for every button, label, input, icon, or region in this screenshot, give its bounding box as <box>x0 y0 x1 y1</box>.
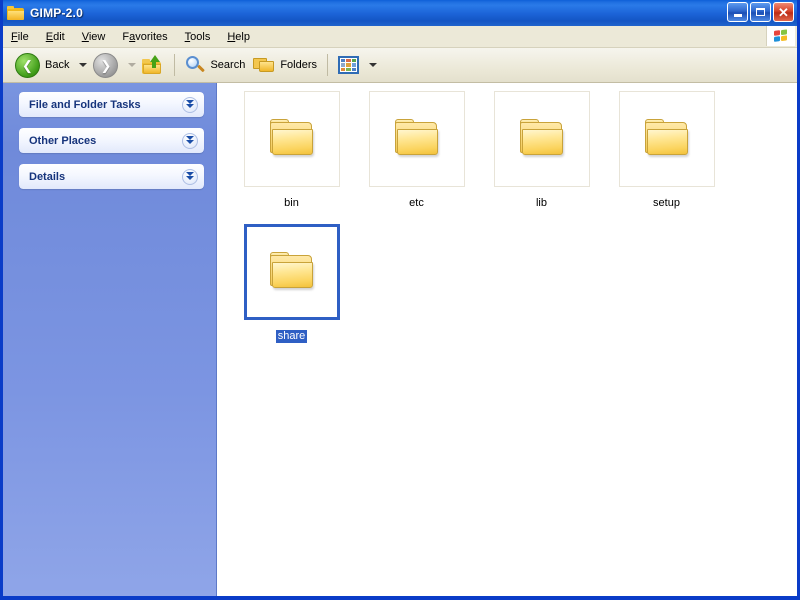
panel-header[interactable]: File and Folder Tasks <box>19 92 204 117</box>
menu-bar: File Edit View Favorites Tools Help <box>3 26 797 48</box>
folder-icon <box>393 119 441 159</box>
panel-header[interactable]: Details <box>19 164 204 189</box>
file-label: lib <box>535 197 547 209</box>
file-label: bin <box>284 197 299 209</box>
maximize-button[interactable] <box>750 2 771 22</box>
folders-icon <box>253 56 275 74</box>
views-icon <box>338 56 360 74</box>
views-swatch <box>341 59 346 63</box>
file-label: setup <box>653 197 680 209</box>
back-dropdown-caret[interactable] <box>79 63 88 67</box>
toolbar-separator <box>174 54 176 76</box>
menu-file[interactable]: File <box>3 29 37 45</box>
views-swatch <box>346 67 351 71</box>
folders-button[interactable]: Folders <box>249 52 321 78</box>
views-dropdown-caret[interactable] <box>369 63 378 67</box>
views-swatch <box>351 67 357 71</box>
search-label: Search <box>210 59 246 71</box>
chevron-down-double-icon[interactable] <box>182 96 198 113</box>
up-button[interactable] <box>138 52 168 78</box>
menu-view[interactable]: View <box>74 29 114 45</box>
title-bar[interactable]: GIMP-2.0 ✕ <box>3 0 797 26</box>
close-icon: ✕ <box>778 4 789 20</box>
forward-dropdown-caret <box>128 63 137 67</box>
folder-icon <box>7 5 25 21</box>
back-arrow-icon: ❮ <box>15 52 40 78</box>
chevron-down-double-icon[interactable] <box>182 168 198 185</box>
close-button[interactable]: ✕ <box>773 2 794 22</box>
panel-title: Details <box>29 170 66 183</box>
panel-header[interactable]: Other Places <box>19 128 204 153</box>
back-label: Back <box>45 59 70 71</box>
views-swatch <box>346 59 351 63</box>
windows-flag-badge <box>766 26 795 46</box>
file-thumbnail[interactable] <box>243 224 340 320</box>
maximize-icon <box>756 8 765 16</box>
folders-label: Folders <box>280 59 318 71</box>
toolbar: ❮ Back ❯ Search Folders <box>3 48 797 83</box>
chevron-down-double-icon[interactable] <box>182 132 198 149</box>
file-item[interactable]: share <box>229 224 354 343</box>
panel-title: File and Folder Tasks <box>29 98 141 111</box>
up-folder-icon <box>142 55 164 75</box>
explorer-window: GIMP-2.0 ✕ File Edit View Favorites Tool… <box>0 0 800 600</box>
views-button[interactable] <box>334 52 363 78</box>
file-label: share <box>275 330 308 343</box>
minimize-button[interactable] <box>727 2 748 22</box>
file-item[interactable]: setup <box>604 91 729 210</box>
search-button[interactable]: Search <box>181 52 249 78</box>
menu-help[interactable]: Help <box>219 29 258 45</box>
forward-arrow-icon: ❯ <box>93 52 119 78</box>
file-item[interactable]: lib <box>479 91 604 210</box>
views-swatch <box>351 59 357 63</box>
back-button[interactable]: ❮ Back <box>11 52 73 78</box>
task-pane: File and Folder Tasks Other Places Detai… <box>3 83 217 596</box>
file-thumbnail[interactable] <box>493 91 590 187</box>
toolbar-separator-2 <box>327 54 329 76</box>
caption-buttons: ✕ <box>727 2 794 22</box>
menu-tools[interactable]: Tools <box>177 29 219 45</box>
windows-flag-icon <box>773 28 789 44</box>
panel-title: Other Places <box>29 134 97 147</box>
minimize-icon <box>733 13 742 17</box>
forward-button[interactable]: ❯ <box>89 52 122 78</box>
file-list[interactable]: bin etc lib setup share <box>217 83 797 596</box>
file-thumbnail[interactable] <box>368 91 465 187</box>
file-item[interactable]: bin <box>229 91 354 210</box>
panel-other-places[interactable]: Other Places <box>19 128 204 153</box>
search-icon <box>185 55 206 75</box>
panel-details[interactable]: Details <box>19 164 204 189</box>
file-thumbnail[interactable] <box>243 91 340 187</box>
window-body: File and Folder Tasks Other Places Detai… <box>3 83 797 596</box>
views-swatch <box>341 63 346 67</box>
panel-file-and-folder-tasks[interactable]: File and Folder Tasks <box>19 92 204 117</box>
file-thumbnail[interactable] <box>618 91 715 187</box>
folder-icon <box>268 119 316 159</box>
folder-icon <box>518 119 566 159</box>
file-item[interactable]: etc <box>354 91 479 210</box>
menu-edit[interactable]: Edit <box>38 29 73 45</box>
views-swatch <box>351 63 357 67</box>
views-swatch <box>341 67 346 71</box>
folder-icon <box>643 119 691 159</box>
views-swatch <box>346 63 351 67</box>
file-label: etc <box>409 197 424 209</box>
window-title: GIMP-2.0 <box>30 6 83 20</box>
menu-favorites[interactable]: Favorites <box>114 29 175 45</box>
folder-icon <box>268 252 316 292</box>
